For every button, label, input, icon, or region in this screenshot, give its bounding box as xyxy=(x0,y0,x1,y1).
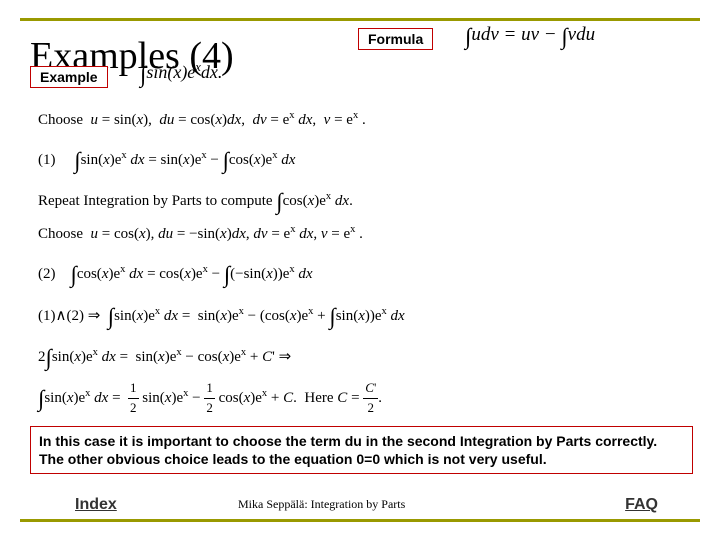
math-line-8: ∫sin(x)ex dx = 12 sin(x)ex − 12 cos(x)ex… xyxy=(38,378,405,418)
index-link[interactable]: Index xyxy=(75,496,117,514)
top-border xyxy=(20,18,700,21)
formula-label-box: Formula xyxy=(358,28,433,50)
footer-attribution: Mika Seppälä: Integration by Parts xyxy=(238,497,405,512)
bottom-border xyxy=(20,519,700,522)
example-integral: ∫sin(x)exdx. xyxy=(140,58,222,84)
math-line-4: Choose u = cos(x), du = −sin(x)dx, dv = … xyxy=(38,222,405,246)
math-line-7: 2∫sin(x)ex dx = sin(x)ex − cos(x)ex + C'… xyxy=(38,337,405,370)
math-line-6: (1)∧(2) ⇒ ∫sin(x)ex dx = sin(x)ex − (cos… xyxy=(38,296,405,329)
math-line-2: (1) ∫sin(x)ex dx = sin(x)ex − ∫cos(x)ex … xyxy=(38,140,405,173)
faq-link[interactable]: FAQ xyxy=(625,496,658,514)
note-box: In this case it is important to choose t… xyxy=(30,426,693,474)
math-line-1: Choose u = sin(x), du = cos(x)dx, dv = e… xyxy=(38,108,405,132)
derivation-body: Choose u = sin(x), du = cos(x)dx, dv = e… xyxy=(38,100,405,426)
math-line-3: Repeat Integration by Parts to compute ∫… xyxy=(38,181,405,214)
math-line-5: (2) ∫cos(x)ex dx = cos(x)ex − ∫(−sin(x))… xyxy=(38,254,405,287)
formula-integral: ∫udv = uv − ∫vdu xyxy=(465,20,595,46)
example-label-box: Example xyxy=(30,66,108,88)
